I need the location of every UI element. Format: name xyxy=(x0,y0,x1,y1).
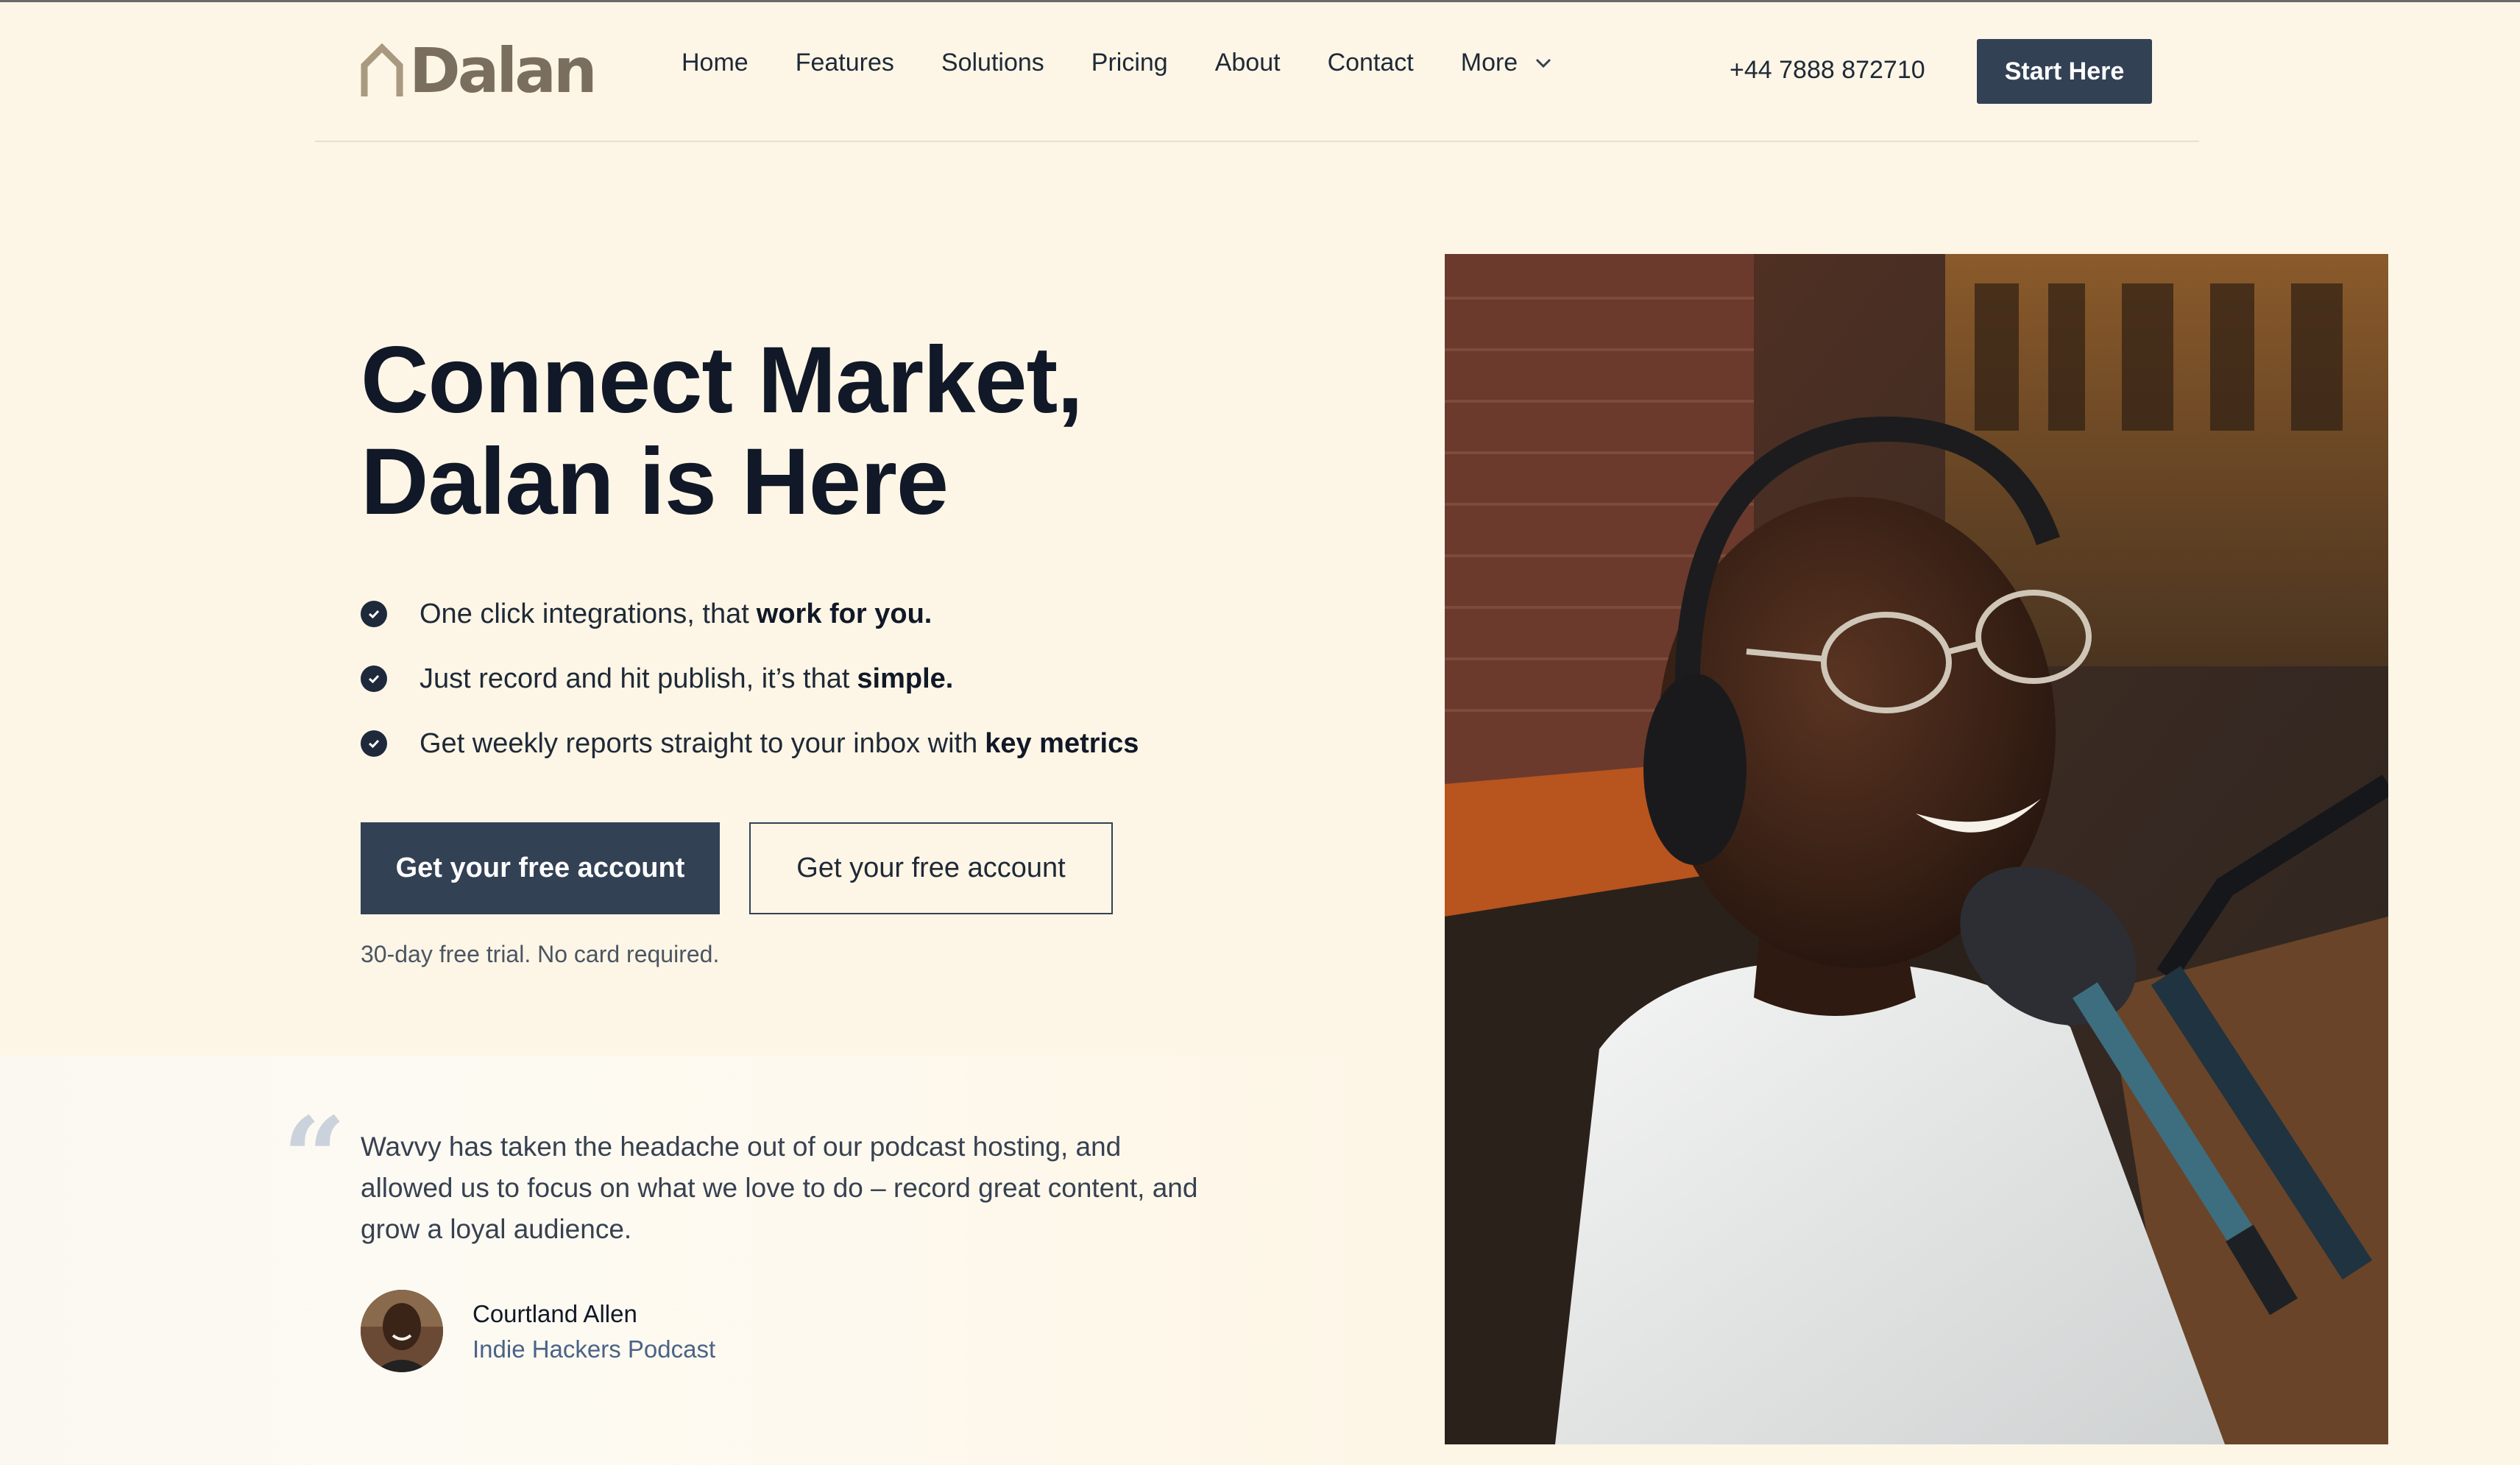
avatar xyxy=(361,1290,443,1372)
nav-item-features[interactable]: Features xyxy=(796,49,894,77)
top-navigation: Dalan Home Features Solutions Pricing Ab… xyxy=(0,0,2520,141)
nav-item-about[interactable]: About xyxy=(1215,49,1281,77)
hero-headline: Connect Market, Dalan is Here xyxy=(361,330,1244,533)
feature-item: Just record and hit publish, it’s that s… xyxy=(361,646,1139,711)
nav-item-solutions[interactable]: Solutions xyxy=(941,49,1044,77)
house-outline-icon xyxy=(361,43,403,96)
feature-list: One click integrations, that work for yo… xyxy=(361,582,1139,776)
check-circle-icon xyxy=(361,730,387,757)
testimonial-author-name: Courtland Allen xyxy=(473,1300,637,1327)
testimonial-quote: Wavvy has taken the headache out of our … xyxy=(361,1132,1198,1244)
feature-emphasis: work for you. xyxy=(756,598,932,629)
feature-text: Just record and hit publish, it’s that xyxy=(420,663,850,694)
feature-emphasis: key metrics xyxy=(985,727,1139,759)
feature-text: Get weekly reports straight to your inbo… xyxy=(420,727,978,759)
headline-line-2: Dalan is Here xyxy=(361,429,949,534)
nav-item-home[interactable]: Home xyxy=(682,49,748,77)
phone-number[interactable]: +44 7888 872710 xyxy=(1730,56,1925,85)
nav-item-more[interactable]: More xyxy=(1461,49,1551,77)
nav-item-pricing[interactable]: Pricing xyxy=(1091,49,1168,77)
testimonial-author-role: Indie Hackers Podcast xyxy=(473,1335,716,1363)
get-free-account-outline-button[interactable]: Get your free account xyxy=(749,822,1113,914)
start-here-button[interactable]: Start Here xyxy=(1977,39,2152,104)
nav-item-contact[interactable]: Contact xyxy=(1328,49,1414,77)
feature-item: Get weekly reports straight to your inbo… xyxy=(361,711,1139,776)
feature-emphasis: simple. xyxy=(857,663,954,694)
trial-note: 30-day free trial. No card required. xyxy=(361,941,720,967)
headline-line-1: Connect Market, xyxy=(361,328,1083,433)
check-circle-icon xyxy=(361,601,387,627)
brand-logo[interactable]: Dalan xyxy=(361,35,598,107)
nav-more-label: More xyxy=(1460,49,1518,77)
quote-mark-icon: “ xyxy=(283,1093,347,1223)
nav-divider xyxy=(315,141,2199,142)
brand-name: Dalan xyxy=(409,35,598,107)
feature-text: One click integrations, that xyxy=(420,598,749,629)
chevron-down-icon xyxy=(1536,58,1551,68)
check-circle-icon xyxy=(361,666,387,692)
hero-photo xyxy=(1445,254,2388,1444)
testimonial-background xyxy=(0,1056,1443,1465)
get-free-account-button[interactable]: Get your free account xyxy=(361,822,720,914)
feature-item: One click integrations, that work for yo… xyxy=(361,582,1139,646)
main-menu: Home Features Solutions Pricing About Co… xyxy=(682,49,1551,77)
